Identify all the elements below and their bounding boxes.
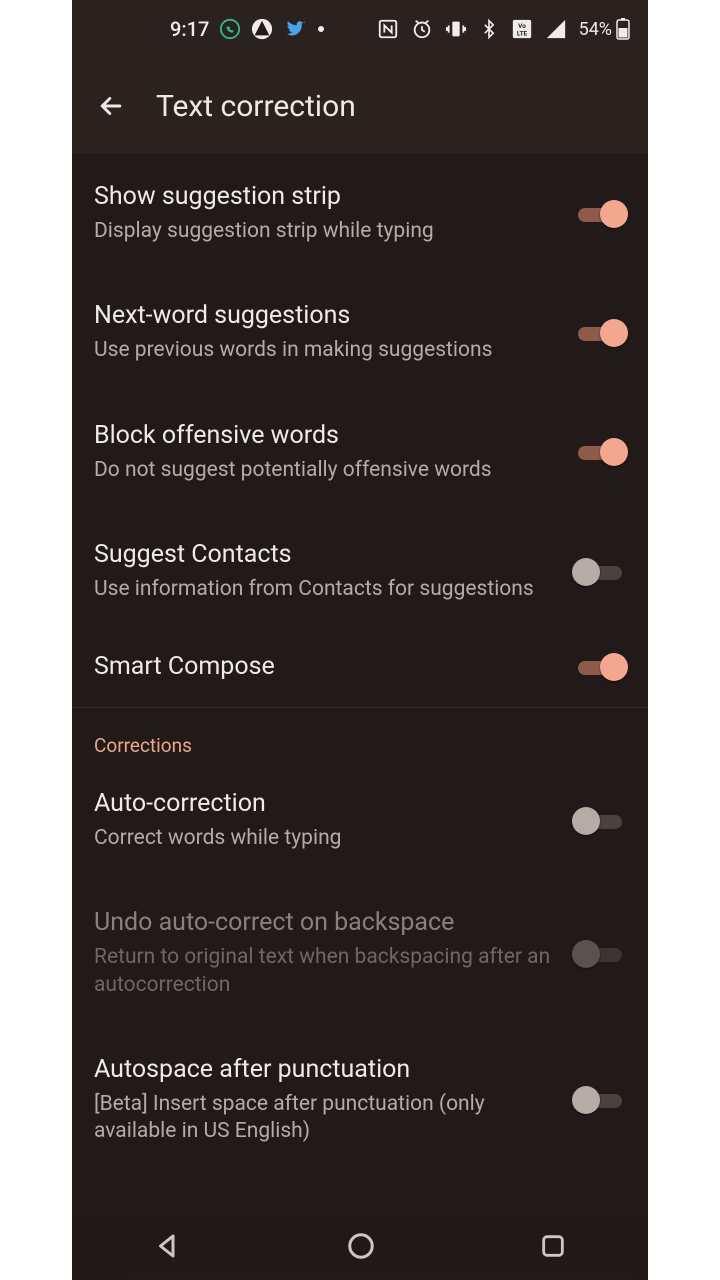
setting-auto-correction[interactable]: Auto-correction Correct words while typi… [72, 761, 648, 880]
setting-next-word-suggestions[interactable]: Next-word suggestions Use previous words… [72, 273, 648, 392]
setting-desc: Use previous words in making suggestions [94, 337, 554, 364]
square-recent-icon [539, 1232, 567, 1260]
bluetooth-icon [479, 18, 499, 40]
section-corrections-label: Corrections [72, 708, 648, 761]
toggle-auto-correction[interactable] [574, 805, 626, 837]
setting-title: Suggest Contacts [94, 540, 554, 570]
setting-desc: Do not suggest potentially offensive wor… [94, 457, 554, 484]
nav-back-button[interactable] [153, 1231, 183, 1265]
setting-show-suggestion-strip[interactable]: Show suggestion strip Display suggestion… [72, 154, 648, 273]
whatsapp-icon [219, 18, 241, 40]
setting-title: Block offensive words [94, 421, 554, 451]
toggle-undo-auto-correct [574, 938, 626, 970]
setting-autospace-after-punctuation[interactable]: Autospace after punctuation [Beta] Inser… [72, 1027, 648, 1174]
setting-desc: Return to original text when backspacing… [94, 944, 554, 999]
nfc-icon [377, 18, 399, 40]
vibrate-icon [445, 18, 467, 40]
battery-percent: 54% [579, 19, 612, 40]
alarm-icon [411, 18, 433, 40]
nav-recent-button[interactable] [539, 1232, 567, 1264]
setting-title: Autospace after punctuation [94, 1055, 554, 1085]
setting-suggest-contacts[interactable]: Suggest Contacts Use information from Co… [72, 512, 648, 631]
status-bar: 9:17 VoLTE [72, 0, 648, 58]
app-header: Text correction [72, 58, 648, 154]
setting-desc: Display suggestion strip while typing [94, 218, 554, 245]
setting-title: Undo auto-correct on backspace [94, 908, 554, 938]
circle-home-icon [346, 1231, 376, 1261]
toggle-next-word-suggestions[interactable] [574, 317, 626, 349]
toggle-suggest-contacts[interactable] [574, 556, 626, 588]
toggle-block-offensive-words[interactable] [574, 436, 626, 468]
system-nav-bar [72, 1216, 648, 1280]
setting-title: Show suggestion strip [94, 182, 554, 212]
arrow-left-icon [96, 91, 126, 121]
setting-desc: [Beta] Insert space after punctuation (o… [94, 1091, 554, 1146]
twitter-icon [283, 17, 307, 41]
toggle-smart-compose[interactable] [574, 651, 626, 683]
svg-text:LTE: LTE [516, 29, 527, 37]
page-title: Text correction [156, 89, 356, 124]
setting-title: Next-word suggestions [94, 301, 554, 331]
setting-title: Smart Compose [94, 652, 554, 682]
toggle-show-suggestion-strip[interactable] [574, 198, 626, 230]
triangle-back-icon [153, 1231, 183, 1261]
settings-list: Show suggestion strip Display suggestion… [72, 154, 648, 1280]
setting-block-offensive-words[interactable]: Block offensive words Do not suggest pot… [72, 393, 648, 512]
dot-separator-icon [317, 25, 325, 33]
setting-undo-auto-correct: Undo auto-correct on backspace Return to… [72, 880, 648, 1027]
battery-status: 54% [579, 18, 630, 40]
setting-title: Auto-correction [94, 789, 554, 819]
phone-frame: 9:17 VoLTE [72, 0, 648, 1280]
setting-desc: Use information from Contacts for sugges… [94, 576, 554, 603]
app-update-icon [251, 18, 273, 40]
setting-smart-compose[interactable]: Smart Compose [72, 631, 648, 707]
setting-desc: Correct words while typing [94, 825, 554, 852]
nav-home-button[interactable] [346, 1231, 376, 1265]
battery-icon [616, 18, 630, 40]
status-clock: 9:17 [170, 17, 209, 41]
back-button[interactable] [94, 89, 128, 123]
volte-icon: VoLTE [511, 18, 533, 40]
signal-icon [545, 18, 567, 40]
toggle-autospace-after-punctuation[interactable] [574, 1084, 626, 1116]
